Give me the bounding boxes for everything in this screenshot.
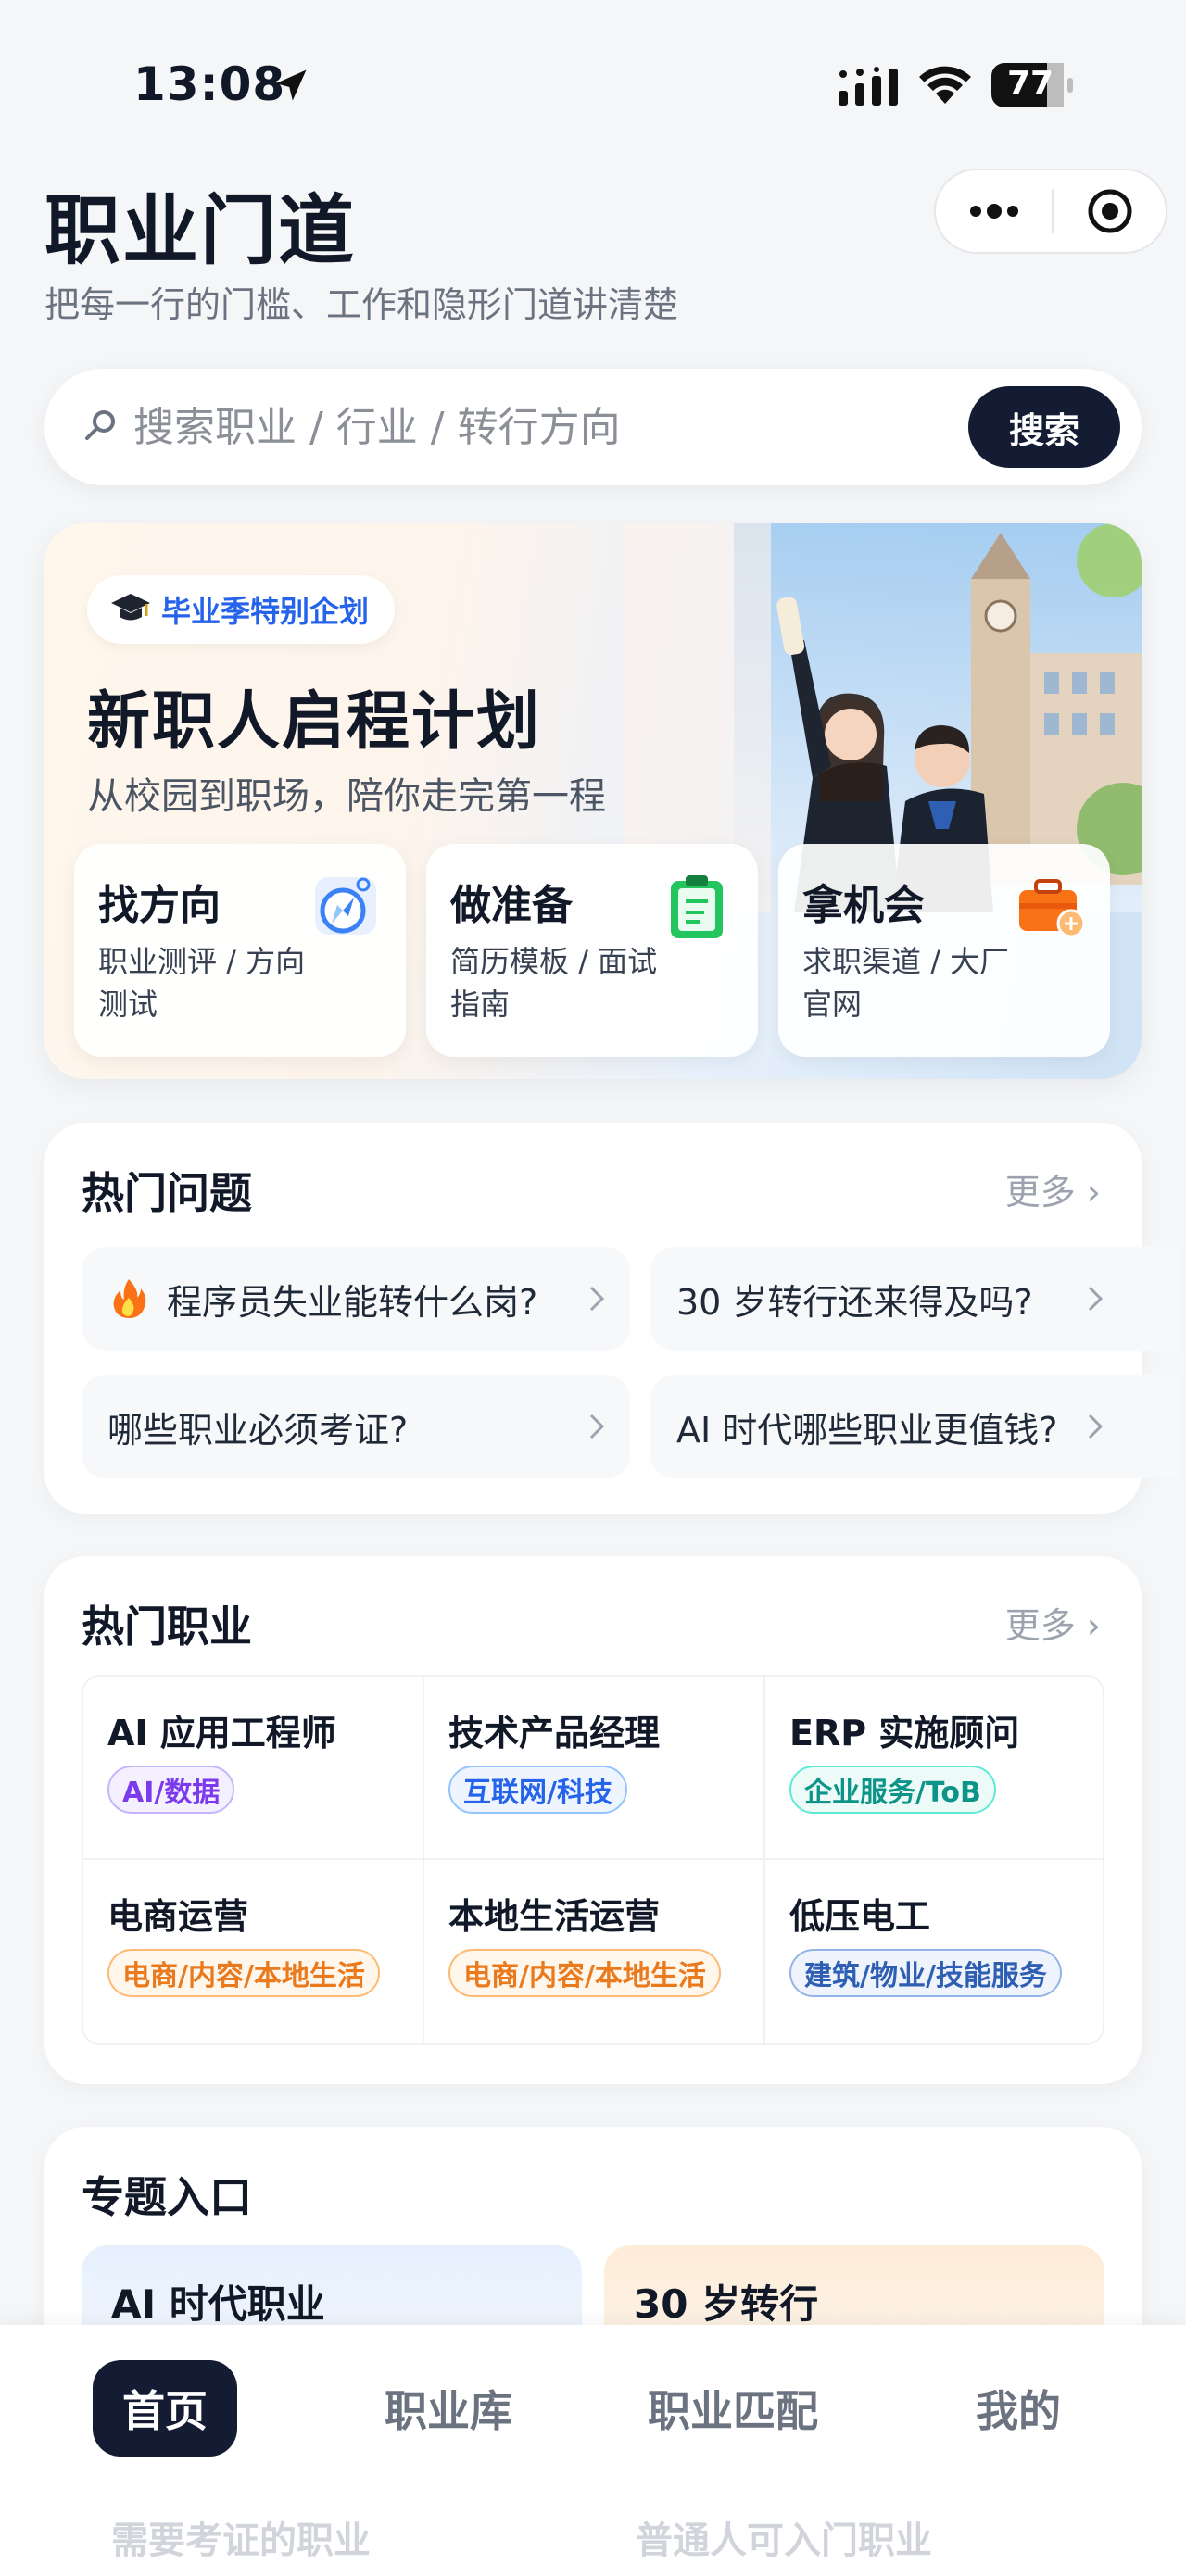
card-desc: 简历模板 / 面试指南 <box>450 944 658 1022</box>
career-card[interactable]: ERP 实施顾问 企业服务/ToB <box>765 1677 1103 1860</box>
card-title: 找方向 <box>98 882 221 929</box>
cellular-signal-icon <box>839 67 898 106</box>
card-title: 做准备 <box>450 882 573 929</box>
career-card[interactable]: 本地生活运营 电商/内容/本地生活 <box>424 1860 765 2043</box>
clipboard-icon <box>671 875 723 938</box>
target-icon <box>1088 189 1131 233</box>
question-text: 30 岁转行还来得及吗? <box>676 1281 1033 1323</box>
battery-level: 77 <box>1006 65 1054 103</box>
chevron-right-icon <box>589 1286 605 1312</box>
hidden-topic-label: 普通人可入门职业 <box>636 2519 932 2562</box>
section-title: 热门问题 <box>82 1168 252 1218</box>
career-name: 本地生活运营 <box>448 1896 661 1937</box>
career-tag: 企业服务/ToB <box>789 1766 996 1814</box>
close-miniprogram-button[interactable] <box>1054 170 1166 252</box>
tab-career-library[interactable]: 职业库 <box>363 2360 534 2457</box>
status-bar: 13:08 77 <box>0 0 1186 148</box>
question-text: 程序员失业能转什么岗? <box>167 1281 538 1323</box>
briefcase-icon <box>1019 879 1086 938</box>
card-desc: 职业测评 / 方向测试 <box>98 944 306 1022</box>
graduation-cap-icon <box>111 594 150 621</box>
chevron-right-icon <box>1088 1414 1104 1439</box>
bottom-tab-bar: 首页 职业库 职业匹配 我的 需要考证的职业 普通人可入门职业 <box>0 2325 1186 2576</box>
question-text: 哪些职业必须考证? <box>107 1409 409 1451</box>
more-link[interactable]: 更多 › <box>1005 1597 1101 1648</box>
page-title: 职业门道 <box>44 187 357 275</box>
chevron-right-icon <box>1088 1286 1104 1312</box>
career-tag: 互联网/科技 <box>448 1766 627 1814</box>
topic-title: 30 岁转行 <box>634 2281 819 2327</box>
search-input[interactable] <box>133 396 893 458</box>
career-name: AI 应用工程师 <box>107 1713 336 1753</box>
banner-title: 新职人启程计划 <box>87 685 542 759</box>
more-link[interactable]: 更多 › <box>1005 1163 1101 1214</box>
event-badge-label: 毕业季特别企划 <box>161 594 370 629</box>
question-chip[interactable]: AI 时代哪些职业更值钱? <box>650 1375 1179 1478</box>
page-subtitle: 把每一行的门槛、工作和隐形门道讲清楚 <box>44 284 679 325</box>
hot-questions-section: 热门问题 更多 › 程序员失业能转什么岗? 30 岁转行还来得及吗? 哪些职业必… <box>44 1123 1179 1514</box>
wifi-icon <box>919 66 971 104</box>
section-title: 热门职业 <box>82 1602 252 1652</box>
tab-profile[interactable]: 我的 <box>958 2360 1079 2457</box>
career-card[interactable]: 技术产品经理 互联网/科技 <box>424 1677 765 1860</box>
search-bar: 搜索 <box>44 369 1142 485</box>
career-tag: 电商/内容/本地生活 <box>107 1949 380 1997</box>
career-grid: AI 应用工程师 AI/数据 技术产品经理 互联网/科技 ERP 实施顾问 企业… <box>82 1675 1104 2045</box>
event-badge: 毕业季特别企划 <box>87 575 396 644</box>
career-card[interactable]: AI 应用工程师 AI/数据 <box>83 1677 424 1860</box>
graduation-banner[interactable]: 毕业季特别企划 新职人启程计划 从校园到职场，陪你走完第一程 找方向 职业测评 … <box>44 523 1142 1079</box>
career-name: 技术产品经理 <box>448 1713 661 1753</box>
status-time: 13:08 <box>133 57 286 111</box>
section-title: 专题入口 <box>82 2172 252 2222</box>
miniprogram-capsule <box>934 169 1167 254</box>
fire-icon <box>113 1279 146 1318</box>
location-arrow-icon <box>275 69 307 101</box>
card-desc: 求职渠道 / 大厂官网 <box>802 944 1010 1022</box>
more-menu-button[interactable] <box>936 170 1052 252</box>
banner-subtitle: 从校园到职场，陪你走完第一程 <box>87 775 606 818</box>
career-card[interactable]: 电商运营 电商/内容/本地生活 <box>83 1860 424 2043</box>
question-chip[interactable]: 哪些职业必须考证? <box>82 1375 630 1478</box>
find-direction-card[interactable]: 找方向 职业测评 / 方向测试 <box>74 844 406 1057</box>
career-name: ERP 实施顾问 <box>789 1713 1020 1753</box>
chevron-right-icon <box>589 1414 605 1439</box>
compass-icon <box>315 877 376 935</box>
search-button[interactable]: 搜索 <box>968 386 1120 468</box>
hot-careers-section: 热门职业 更多 › AI 应用工程师 AI/数据 技术产品经理 互联网/科技 E… <box>44 1556 1142 2084</box>
search-icon <box>85 410 115 440</box>
topic-title: AI 时代职业 <box>111 2281 325 2327</box>
question-chip[interactable]: 程序员失业能转什么岗? <box>82 1247 630 1351</box>
get-opportunity-card[interactable]: 拿机会 求职渠道 / 大厂官网 <box>778 844 1110 1057</box>
career-tag: 建筑/物业/技能服务 <box>789 1949 1062 1997</box>
card-title: 拿机会 <box>802 882 925 929</box>
question-text: AI 时代哪些职业更值钱? <box>676 1409 1058 1451</box>
career-card[interactable]: 低压电工 建筑/物业/技能服务 <box>765 1860 1103 2043</box>
career-name: 低压电工 <box>789 1896 931 1937</box>
hidden-topic-label: 需要考证的职业 <box>111 2519 371 2562</box>
tab-home[interactable]: 首页 <box>93 2360 237 2457</box>
more-dots-icon <box>969 204 1018 219</box>
career-tag: AI/数据 <box>107 1766 235 1814</box>
career-tag: 电商/内容/本地生活 <box>448 1949 721 1997</box>
prepare-card[interactable]: 做准备 简历模板 / 面试指南 <box>426 844 758 1057</box>
question-chip[interactable]: 30 岁转行还来得及吗? <box>650 1247 1179 1351</box>
tab-career-match[interactable]: 职业匹配 <box>626 2360 839 2457</box>
career-name: 电商运营 <box>107 1896 249 1937</box>
